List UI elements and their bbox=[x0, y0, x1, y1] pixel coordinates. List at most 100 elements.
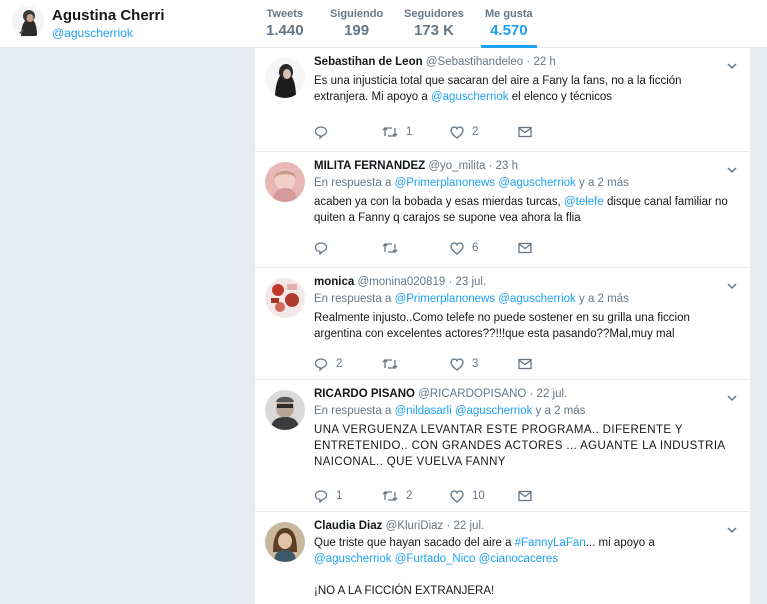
stat-likes[interactable]: Me gusta 4.570 bbox=[481, 8, 537, 48]
mention-link[interactable]: @Furtado_Nico bbox=[395, 553, 476, 565]
direct-message-button[interactable] bbox=[518, 356, 532, 372]
profile-header: Agustina Cherri @aguscherriok Tweets 1.4… bbox=[0, 0, 767, 48]
tweet-author-handle[interactable]: @RICARDOPISANO bbox=[418, 388, 526, 400]
mention-link[interactable]: @aguscherriok bbox=[498, 177, 576, 189]
reply-suffix[interactable]: y a 2 más bbox=[579, 293, 629, 305]
reply-prefix: En respuesta a bbox=[314, 293, 392, 305]
chevron-down-icon[interactable] bbox=[726, 392, 738, 404]
avatar[interactable] bbox=[265, 278, 305, 318]
tweet-author-name[interactable]: MILITA FERNANDEZ bbox=[314, 160, 425, 172]
like-count: 6 bbox=[472, 242, 479, 254]
mention-link[interactable]: @Primerplanonews bbox=[395, 177, 496, 189]
tweet-text-line: ¡NO A LA FICCIÓN EXTRANJERA! bbox=[314, 585, 495, 597]
tweet-time[interactable]: · 22 jul. bbox=[446, 520, 484, 532]
reply-button[interactable]: 1 bbox=[314, 488, 342, 504]
stat-label: Siguiendo bbox=[330, 8, 384, 20]
reply-icon bbox=[314, 242, 328, 255]
stat-following[interactable]: Siguiendo 199 bbox=[330, 8, 383, 39]
chevron-down-icon[interactable] bbox=[726, 280, 738, 292]
avatar[interactable] bbox=[265, 58, 305, 98]
retweet-button[interactable] bbox=[382, 356, 406, 372]
like-button[interactable]: 3 bbox=[450, 356, 478, 372]
reply-suffix[interactable]: y a 2 más bbox=[536, 405, 586, 417]
reply-count: 1 bbox=[336, 490, 343, 502]
direct-message-button[interactable] bbox=[518, 240, 532, 256]
tweet-actions: 6 bbox=[314, 240, 574, 256]
retweet-button[interactable] bbox=[382, 240, 406, 256]
retweet-button[interactable]: 1 bbox=[382, 124, 412, 140]
chevron-down-icon[interactable] bbox=[726, 164, 738, 176]
tweet-text: UNA VERGUENZA LEVANTAR ESTE PROGRAMA.. D… bbox=[314, 424, 725, 468]
avatar[interactable] bbox=[265, 522, 305, 562]
reply-suffix[interactable]: y a 2 más bbox=[579, 177, 629, 189]
reply-icon bbox=[314, 358, 328, 371]
tweet-author-handle[interactable]: @Sebastihandeleo bbox=[426, 56, 523, 68]
profile-photo-icon bbox=[12, 6, 44, 38]
mention-link[interactable]: @aguscherriok bbox=[498, 293, 576, 305]
envelope-icon bbox=[518, 358, 532, 370]
stat-value: 173 K bbox=[413, 22, 454, 39]
retweet-count: 1 bbox=[406, 126, 413, 138]
heart-icon bbox=[450, 241, 464, 255]
reply-context: En respuesta a @Primerplanonews @agusche… bbox=[314, 293, 734, 305]
retweet-count: 2 bbox=[406, 490, 413, 502]
tweet[interactable]: RICARDO PISANO @RICARDOPISANO · 22 jul. … bbox=[255, 380, 750, 512]
reply-icon bbox=[314, 126, 328, 139]
tweet-author-name[interactable]: monica bbox=[314, 276, 354, 288]
tweet[interactable]: MILITA FERNANDEZ @yo_milita · 23 h En re… bbox=[255, 152, 750, 268]
reply-context: En respuesta a @nildasarli @aguscherriok… bbox=[314, 405, 734, 417]
stat-label: Me gusta bbox=[485, 8, 533, 20]
stat-value: 1.440 bbox=[266, 22, 304, 39]
tweet-text-part: el elenco y técnicos bbox=[508, 91, 613, 103]
like-count: 10 bbox=[472, 490, 485, 502]
like-button[interactable]: 6 bbox=[450, 240, 478, 256]
reply-button[interactable] bbox=[314, 124, 336, 140]
tweet-author-name[interactable]: RICARDO PISANO bbox=[314, 388, 415, 400]
tweet-time[interactable]: · 23 h bbox=[489, 160, 518, 172]
tweet-author-handle[interactable]: @yo_milita bbox=[428, 160, 485, 172]
profile-handle[interactable]: @aguscherriok bbox=[52, 26, 133, 40]
avatar[interactable] bbox=[265, 162, 305, 202]
mention-link[interactable]: @telefe bbox=[564, 196, 604, 208]
avatar[interactable] bbox=[265, 390, 305, 430]
tweet-time[interactable]: · 23 jul. bbox=[448, 276, 486, 288]
envelope-icon bbox=[518, 490, 532, 502]
tweet-author-handle[interactable]: @KluriDiaz bbox=[386, 520, 444, 532]
mention-link[interactable]: @Primerplanonews bbox=[395, 293, 496, 305]
profile-avatar[interactable] bbox=[12, 6, 44, 38]
tweet-author-handle[interactable]: @monina020819 bbox=[357, 276, 445, 288]
tweet[interactable]: monica @monina020819 · 23 jul. En respue… bbox=[255, 268, 750, 380]
tweet[interactable]: Claudia Diaz @KluriDiaz · 22 jul. Que tr… bbox=[255, 512, 750, 604]
hashtag-link[interactable]: #FannyLaFan bbox=[515, 537, 586, 549]
tweet-time[interactable]: · 22 h bbox=[526, 56, 555, 68]
stat-value: 4.570 bbox=[490, 22, 528, 39]
like-button[interactable]: 2 bbox=[450, 124, 478, 140]
mention-link[interactable]: @aguscherriok bbox=[455, 405, 533, 417]
chevron-down-icon[interactable] bbox=[726, 524, 738, 536]
direct-message-button[interactable] bbox=[518, 124, 532, 140]
tweet-actions: 2 3 bbox=[314, 356, 574, 372]
direct-message-button[interactable] bbox=[518, 488, 532, 504]
mention-link[interactable]: @cianocaceres bbox=[479, 553, 558, 565]
mention-link[interactable]: @aguscherriok bbox=[431, 91, 509, 103]
reply-button[interactable] bbox=[314, 240, 336, 256]
mention-link[interactable]: @nildasarli bbox=[395, 405, 452, 417]
reply-count: 2 bbox=[336, 358, 343, 370]
mention-link[interactable]: @aguscherriok bbox=[314, 553, 392, 565]
tweet-text: Que triste que hayan sacado del aire a #… bbox=[314, 535, 734, 567]
tweet-time[interactable]: · 22 jul. bbox=[530, 388, 568, 400]
heart-icon bbox=[450, 489, 464, 503]
tweet-author-name[interactable]: Sebastihan de Leon bbox=[314, 56, 423, 68]
stat-tweets[interactable]: Tweets 1.440 bbox=[266, 8, 304, 39]
tweet[interactable]: Sebastihan de Leon @Sebastihandeleo · 22… bbox=[255, 48, 750, 152]
retweet-button[interactable]: 2 bbox=[382, 488, 412, 504]
stat-followers[interactable]: Seguidores 173 K bbox=[404, 8, 464, 39]
chevron-down-icon[interactable] bbox=[726, 60, 738, 72]
reply-button[interactable]: 2 bbox=[314, 356, 342, 372]
like-button[interactable]: 10 bbox=[450, 488, 485, 504]
likes-timeline: Sebastihan de Leon @Sebastihandeleo · 22… bbox=[255, 48, 750, 604]
tweet-text: acaben ya con la bobada y esas mierdas t… bbox=[314, 194, 734, 226]
profile-name[interactable]: Agustina Cherri bbox=[52, 7, 165, 24]
retweet-icon bbox=[382, 243, 398, 253]
tweet-author-name[interactable]: Claudia Diaz bbox=[314, 520, 382, 532]
